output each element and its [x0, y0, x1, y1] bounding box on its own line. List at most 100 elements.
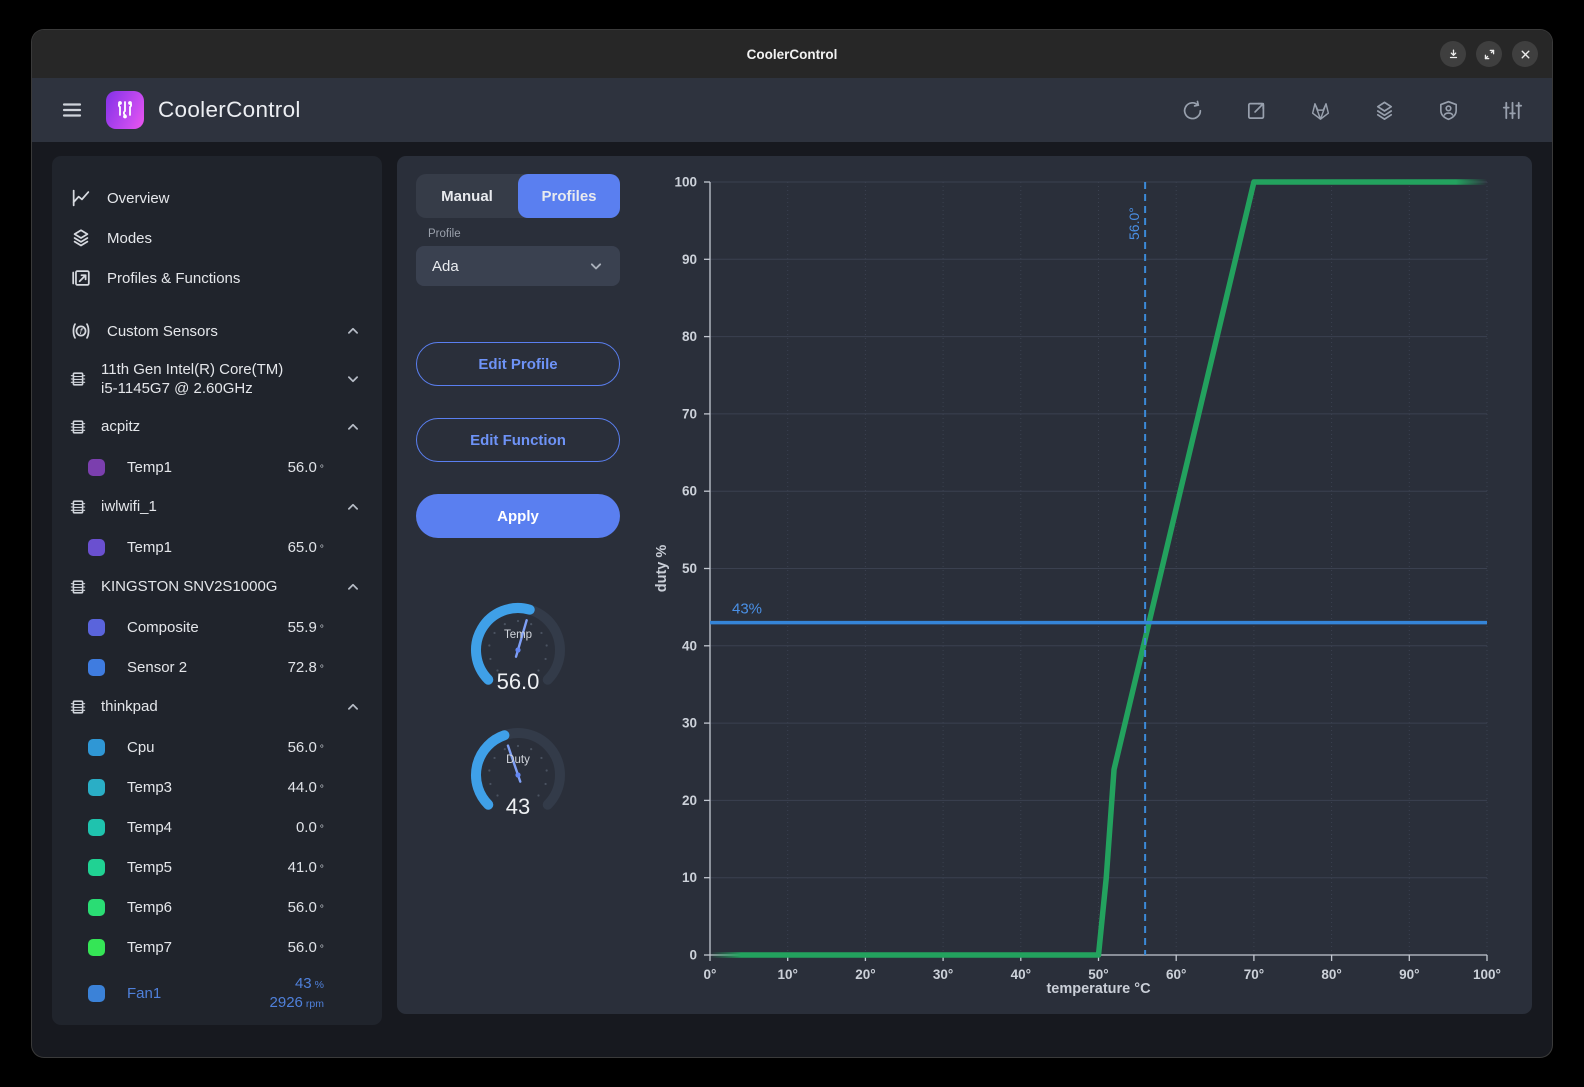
sensor-value: 43%2926rpm [270, 974, 324, 1013]
hamburger-icon [60, 98, 84, 122]
sensor-row[interactable]: Cpu56.0° [52, 727, 382, 767]
svg-text:0: 0 [689, 948, 697, 963]
device-row[interactable]: iwlwifi_1 [52, 487, 382, 527]
sliders-icon [1501, 99, 1524, 122]
sensor-row[interactable]: Sensor 272.8° [52, 647, 382, 687]
duty-annotation: 43% [732, 601, 762, 618]
svg-text:50: 50 [682, 561, 697, 576]
sidebar-item-label: Profiles & Functions [107, 270, 240, 287]
external-link-icon [1245, 99, 1268, 122]
refresh-button[interactable] [1181, 99, 1204, 122]
download-button[interactable] [1440, 41, 1466, 67]
sidebar-item-label: Custom Sensors [107, 323, 218, 340]
sensor-value: 65.0° [288, 539, 324, 556]
sensor-row[interactable]: Temp756.0° [52, 927, 382, 967]
svg-text:60°: 60° [1166, 967, 1186, 982]
sidebar-item-custom-sensors[interactable]: f Custom Sensors [52, 311, 382, 351]
app-window: CoolerControl CoolerControl [32, 30, 1552, 1057]
device-row[interactable]: thinkpad [52, 687, 382, 727]
sensor-color-swatch [88, 459, 105, 476]
svg-text:100: 100 [674, 175, 697, 190]
chevron-down-icon [344, 370, 362, 388]
sensor-label: Temp4 [127, 819, 172, 836]
sidebar-item-modes[interactable]: Modes [52, 218, 382, 258]
sensor-label: Cpu [127, 739, 155, 756]
sensor-color-swatch [88, 779, 105, 796]
sidebar-item-overview[interactable]: Overview [52, 178, 382, 218]
device-name: iwlwifi_1 [101, 497, 157, 516]
external-link-button[interactable] [1245, 99, 1268, 122]
svg-text:50°: 50° [1088, 967, 1108, 982]
sensor-label: Temp7 [127, 939, 172, 956]
close-icon [1519, 48, 1532, 61]
sidebar-nav: Overview Modes Profiles & Functions f Custom… [52, 178, 382, 351]
sensor-label: Temp3 [127, 779, 172, 796]
chip-icon [68, 697, 88, 717]
chip-icon [68, 577, 88, 597]
device-row[interactable]: acpitz [52, 407, 382, 447]
sensor-value: 0.0° [296, 819, 324, 836]
sensor-row[interactable]: Composite 55.9° [52, 607, 382, 647]
sensor-row[interactable]: Fan1 43%2926rpm [52, 967, 382, 1019]
function-icon: f [70, 320, 92, 342]
settings-button[interactable] [1501, 99, 1524, 122]
sensor-color-swatch [88, 539, 105, 556]
sensor-color-swatch [88, 939, 105, 956]
chip-icon [68, 417, 88, 437]
sensor-row[interactable]: Temp541.0° [52, 847, 382, 887]
profiles-icon [70, 267, 92, 289]
sidebar: Overview Modes Profiles & Functions f Custom… [52, 156, 382, 1025]
sidebar-item-label: Modes [107, 230, 152, 247]
access-button[interactable] [1437, 99, 1460, 122]
svg-text:20°: 20° [855, 967, 875, 982]
device-row[interactable]: KINGSTON SNV2S1000G [52, 567, 382, 607]
sensor-row[interactable]: Temp344.0° [52, 767, 382, 807]
svg-text:80: 80 [682, 329, 697, 344]
menu-button[interactable] [60, 98, 84, 122]
sensor-color-swatch [88, 739, 105, 756]
x-axis-label: temperature °C [1046, 981, 1151, 997]
sensor-color-swatch [88, 619, 105, 636]
sensor-color-swatch [88, 985, 105, 1002]
svg-text:90: 90 [682, 252, 697, 267]
sensor-label: Temp5 [127, 859, 172, 876]
sensor-row[interactable]: Temp1 65.0° [52, 527, 382, 567]
device-name: thinkpad [101, 697, 158, 716]
titlebar[interactable]: CoolerControl [32, 30, 1552, 78]
download-icon [1447, 48, 1460, 61]
sensor-row[interactable]: Temp4 0.0° [52, 807, 382, 847]
svg-text:0°: 0° [704, 967, 717, 982]
profile-chart[interactable]: 01020304050607080901000°10°20°30°40°50°6… [397, 156, 1532, 1014]
device-row[interactable]: 11th Gen Intel(R) Core(TM) i5-1145G7 @ 2… [52, 351, 382, 407]
logo-sliders-icon [113, 98, 137, 122]
app-logo [106, 91, 144, 129]
sidebar-devices: 11th Gen Intel(R) Core(TM) i5-1145G7 @ 2… [52, 351, 382, 1019]
sensor-label: Sensor 2 [127, 659, 187, 676]
svg-text:40°: 40° [1011, 967, 1031, 982]
fullscreen-button[interactable] [1476, 41, 1502, 67]
svg-text:70: 70 [682, 406, 697, 421]
chevron-up-icon [344, 322, 362, 340]
layers-icon [70, 227, 92, 249]
sensor-value: 55.9° [288, 619, 324, 636]
sidebar-item-profiles-functions[interactable]: Profiles & Functions [52, 258, 382, 298]
sensor-label: Composite [127, 619, 199, 636]
sensor-color-swatch [88, 819, 105, 836]
sensor-label: Fan1 [127, 985, 161, 1002]
sensor-value: 56.0° [288, 459, 324, 476]
chevron-up-icon [344, 418, 362, 436]
svg-text:100°: 100° [1473, 967, 1501, 982]
temp-annotation: 56.0° [1126, 207, 1142, 240]
sensor-row[interactable]: Temp1 56.0° [52, 447, 382, 487]
svg-text:80°: 80° [1321, 967, 1341, 982]
modes-header-button[interactable] [1373, 99, 1396, 122]
svg-text:10°: 10° [777, 967, 797, 982]
close-button[interactable] [1512, 41, 1538, 67]
gitlab-button[interactable] [1309, 99, 1332, 122]
sensor-label: Temp1 [127, 459, 172, 476]
sensor-row[interactable]: Temp656.0° [52, 887, 382, 927]
sensor-label: Temp1 [127, 539, 172, 556]
app-header: CoolerControl [32, 78, 1552, 142]
chip-icon [68, 369, 88, 389]
layers-icon [1373, 99, 1396, 122]
